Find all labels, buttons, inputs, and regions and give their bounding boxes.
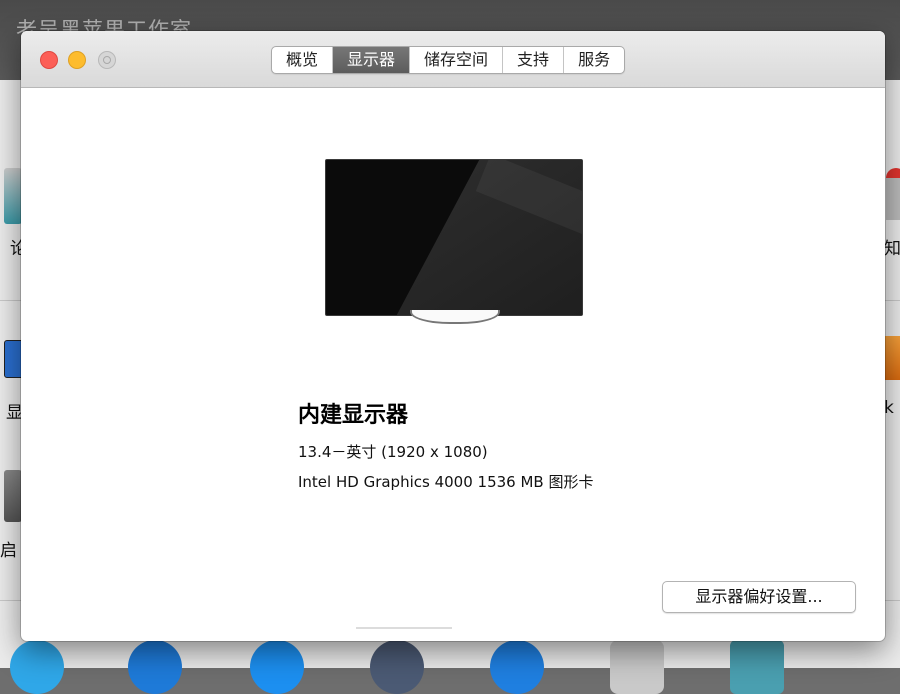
background-app-icon[interactable]	[4, 168, 22, 224]
extensions-icon[interactable]	[610, 640, 664, 694]
graphics-info: Intel HD Graphics 4000 1536 MB 图形卡	[298, 473, 594, 491]
background-app-icon[interactable]	[886, 178, 900, 220]
bluetooth-icon[interactable]	[490, 640, 544, 694]
display-name: 内建显示器	[298, 403, 409, 428]
about-this-mac-window: 概览 显示器 储存空间 支持 服务 内建显示器 13.4－英寸 (1920 x …	[21, 31, 885, 641]
background-label: 启	[0, 541, 17, 561]
close-button[interactable]	[40, 51, 58, 69]
network-icon[interactable]	[370, 640, 424, 694]
display-illustration	[325, 159, 583, 316]
minimize-button[interactable]	[68, 51, 86, 69]
bottom-divider	[356, 627, 452, 629]
tab-service[interactable]: 服务	[564, 47, 624, 73]
tab-support[interactable]: 支持	[503, 47, 565, 73]
display-size: 13.4－英寸 (1920 x 1080)	[298, 443, 488, 461]
background-label: 知	[884, 239, 900, 259]
background-label: k	[884, 398, 894, 418]
icloud-icon[interactable]	[10, 640, 64, 694]
display-preferences-button[interactable]: 显示器偏好设置...	[662, 581, 856, 613]
zoom-button[interactable]	[98, 51, 116, 69]
sharing-icon[interactable]	[730, 640, 784, 694]
tab-storage[interactable]: 储存空间	[410, 47, 504, 73]
tab-bar: 概览 显示器 储存空间 支持 服务	[271, 46, 626, 74]
background-app-icon[interactable]	[884, 336, 900, 380]
app-store-icon[interactable]	[250, 640, 304, 694]
tab-overview[interactable]: 概览	[272, 47, 334, 73]
display-stand	[410, 310, 500, 324]
background-disk-icon[interactable]	[4, 470, 22, 522]
internet-accounts-icon[interactable]	[128, 640, 182, 694]
window-titlebar: 概览 显示器 储存空间 支持 服务	[21, 31, 885, 88]
tab-displays[interactable]: 显示器	[333, 47, 411, 73]
